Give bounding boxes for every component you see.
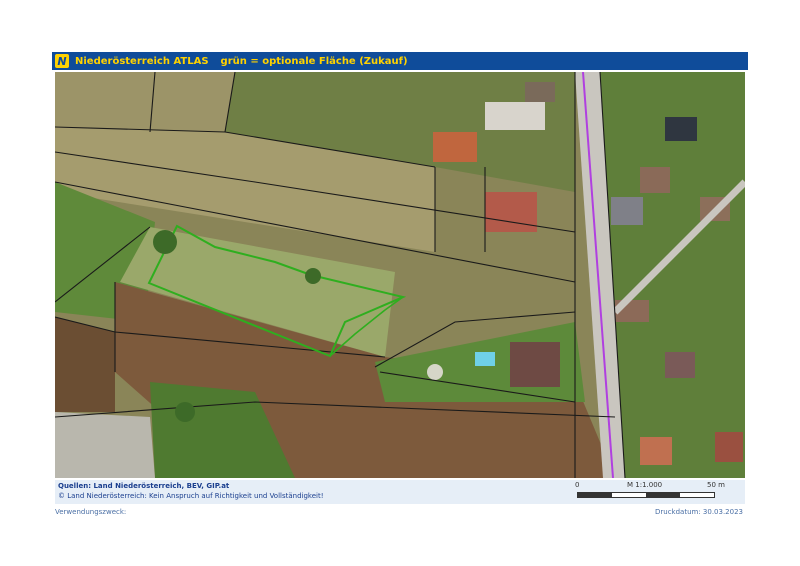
scale-bar: 0 M 1:1.000 50 m bbox=[575, 481, 745, 503]
map-subtitle: grün = optionale Fläche (Zukauf) bbox=[220, 55, 408, 67]
aerial-map-svg bbox=[55, 72, 745, 478]
roof-north-1 bbox=[433, 132, 477, 162]
tree bbox=[153, 230, 177, 254]
sources-text: Quellen: Land Niederösterreich, BEV, GIP… bbox=[58, 482, 230, 490]
scale-end-label: 50 m bbox=[707, 481, 725, 489]
scale-bar-graphic bbox=[577, 492, 715, 498]
atlas-print-frame: N Niederösterreich ATLAS grün = optional… bbox=[52, 52, 748, 507]
purpose-label: Verwendungszweck: bbox=[55, 508, 127, 516]
map-footer: Quellen: Land Niederösterreich, BEV, GIP… bbox=[55, 480, 745, 504]
roof-east-8 bbox=[715, 432, 743, 462]
villa-circle bbox=[427, 364, 443, 380]
roof-north-2 bbox=[485, 192, 537, 232]
tree bbox=[175, 402, 195, 422]
tree bbox=[305, 268, 321, 284]
scale-start-label: 0 bbox=[575, 481, 580, 489]
print-date: Druckdatum: 30.03.2023 bbox=[654, 508, 743, 516]
roof-east-7 bbox=[640, 437, 672, 465]
roof-east-1 bbox=[665, 117, 697, 141]
field-top-left bbox=[55, 72, 235, 132]
villa-roof bbox=[510, 342, 560, 387]
roof-east-6 bbox=[665, 352, 695, 378]
building-north-4 bbox=[525, 82, 555, 102]
villa-pool bbox=[475, 352, 495, 366]
noe-logo: N bbox=[55, 54, 69, 68]
scale-ratio-label: M 1:1.000 bbox=[627, 481, 663, 489]
building-north-3 bbox=[485, 102, 545, 130]
parking-lot bbox=[55, 412, 155, 478]
atlas-title: Niederösterreich ATLAS bbox=[75, 55, 209, 67]
aerial-map[interactable] bbox=[55, 72, 745, 478]
roof-east-3 bbox=[611, 197, 643, 225]
ploughed-field-left bbox=[55, 317, 115, 412]
atlas-header: N Niederösterreich ATLAS grün = optional… bbox=[52, 52, 748, 70]
roof-east-2 bbox=[640, 167, 670, 193]
copyright-text: © Land Niederösterreich: Kein Anspruch a… bbox=[58, 492, 324, 500]
